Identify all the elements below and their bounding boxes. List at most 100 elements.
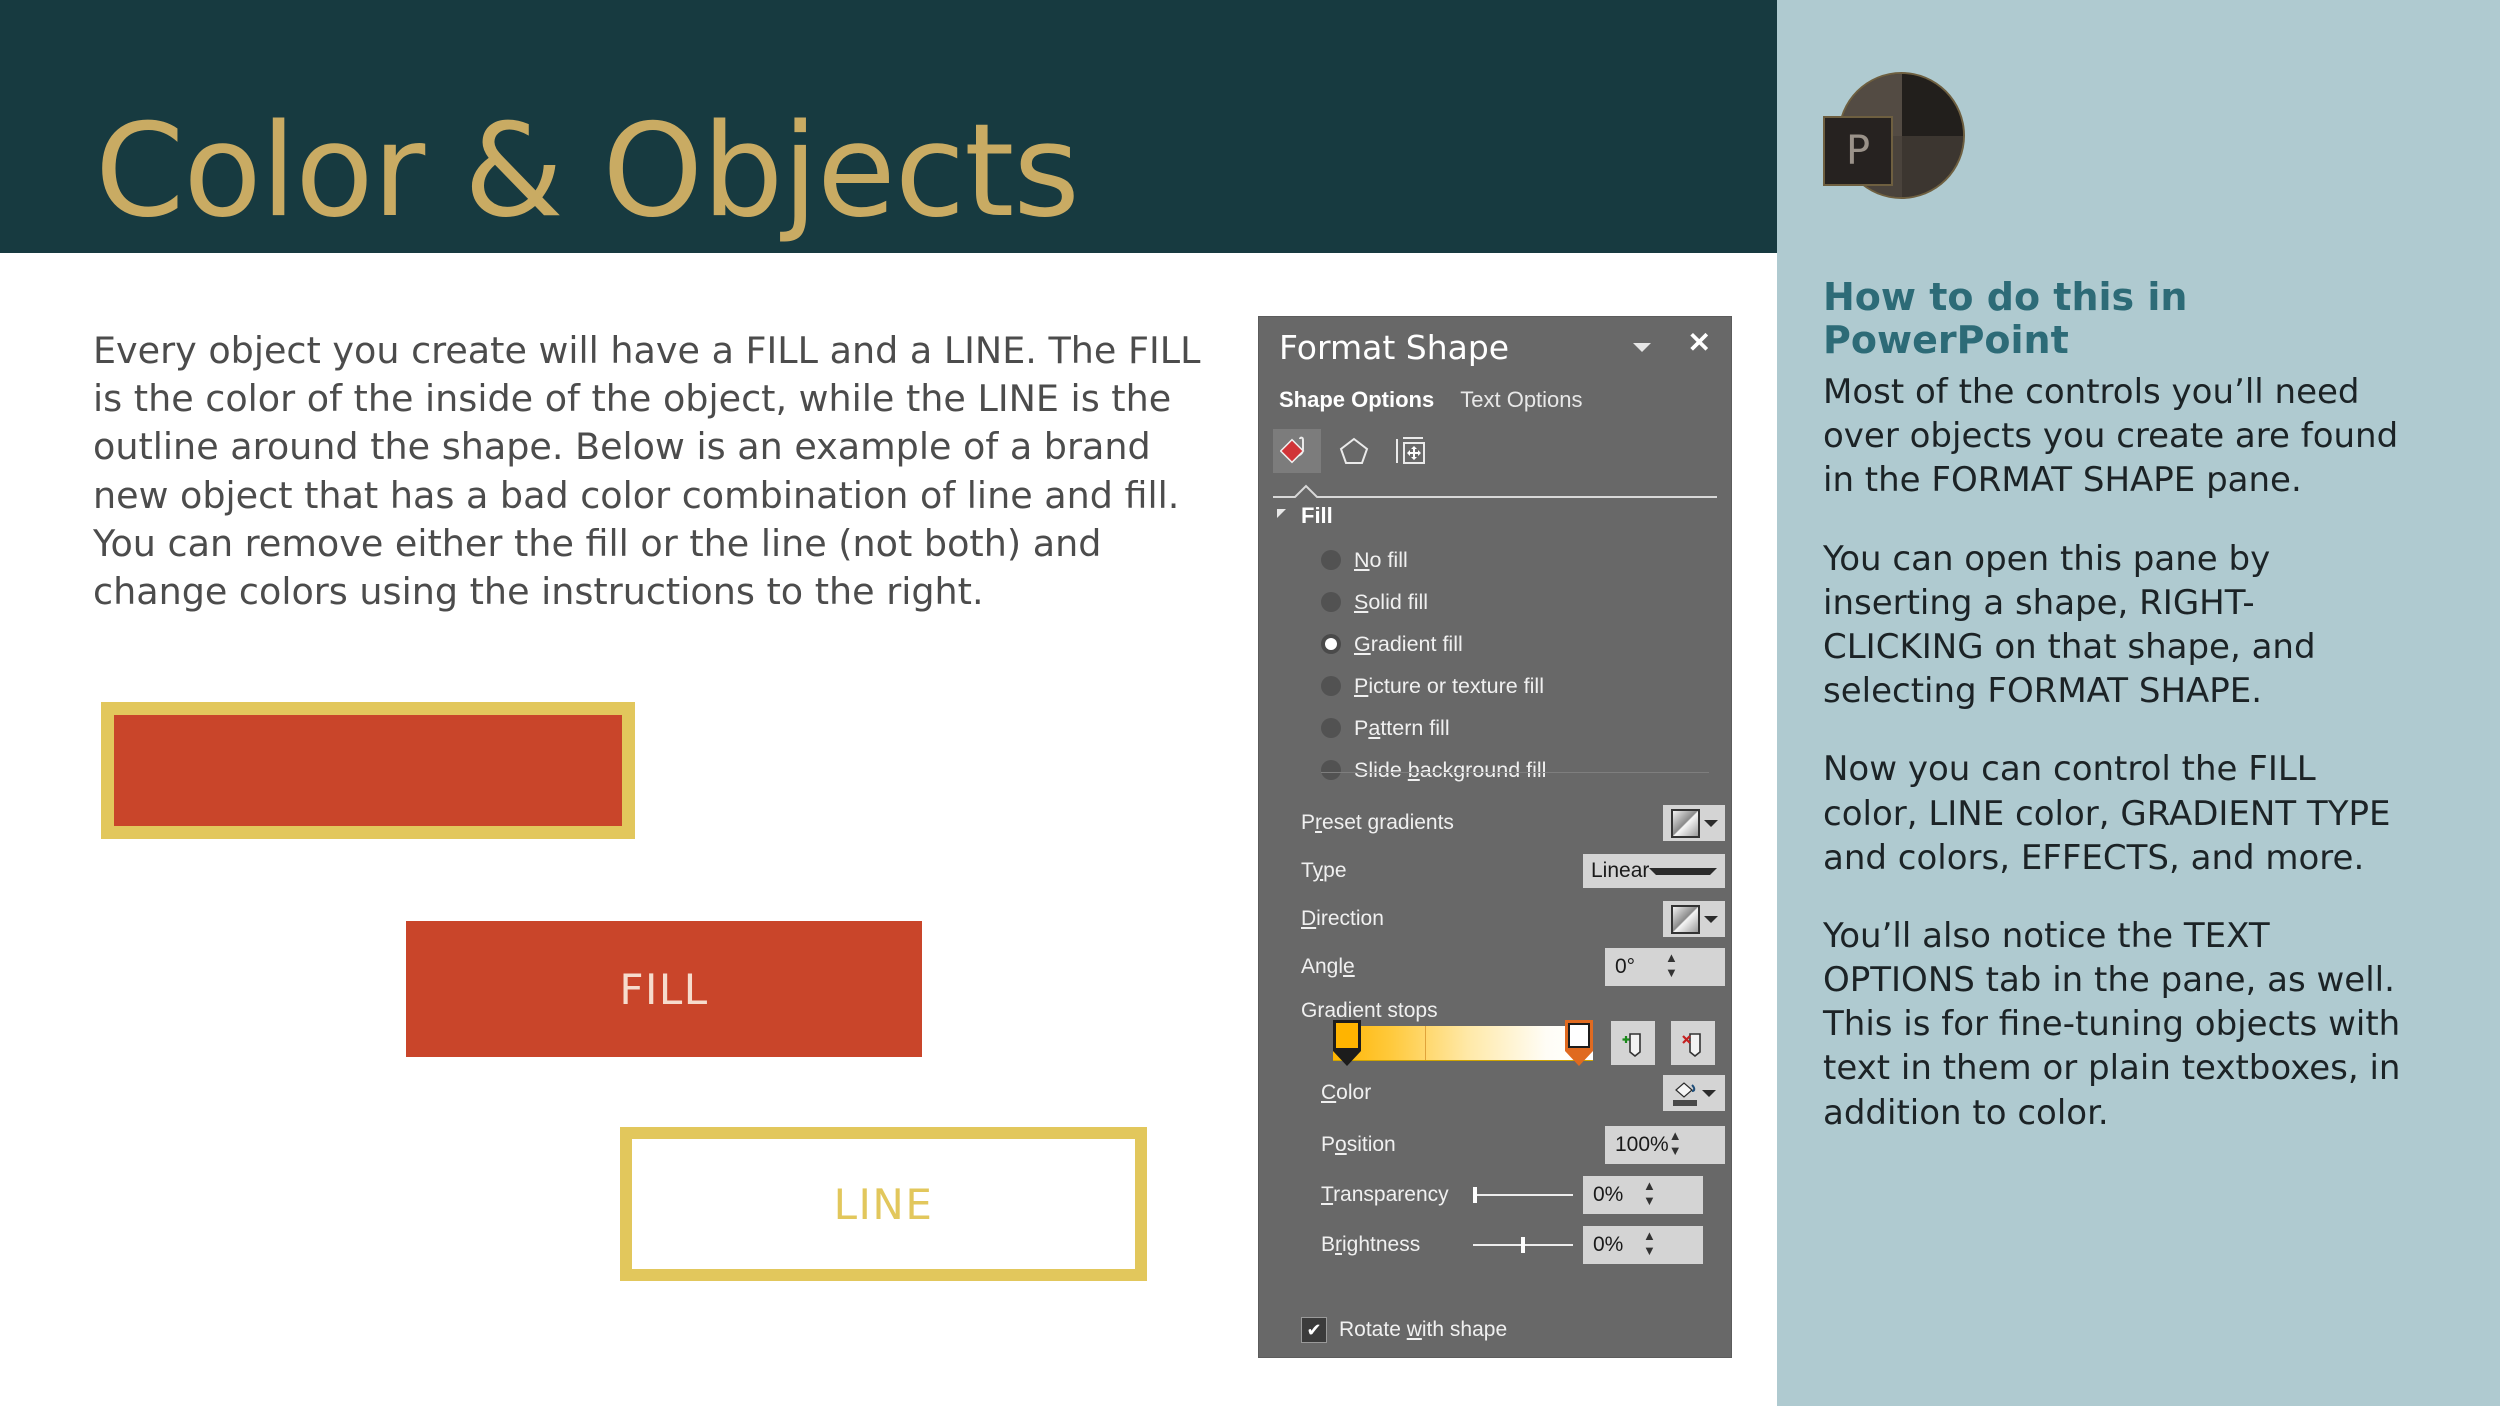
radio-label: No fill xyxy=(1354,547,1408,572)
radio-slide-background-fill[interactable]: Slide background fill xyxy=(1321,749,1546,791)
fill-section-header[interactable]: Fill xyxy=(1277,503,1333,529)
brightness-stepper[interactable]: 0% ▲ ▼ xyxy=(1583,1226,1703,1264)
section-divider xyxy=(1321,772,1709,773)
row-brightness: Brightness 0% ▲ ▼ xyxy=(1301,1226,1725,1264)
spinner-arrows-icon[interactable]: ▲ ▼ xyxy=(1669,1129,1715,1160)
fill-section-label: Fill xyxy=(1301,503,1333,528)
gradient-stop-handle-0[interactable] xyxy=(1333,1020,1361,1066)
transparency-value: 0% xyxy=(1593,1183,1624,1206)
preset-gradients-label: Preset gradients xyxy=(1301,811,1454,834)
effects-pentagon-icon[interactable] xyxy=(1330,429,1378,473)
row-position: Position 100% ▲ ▼ xyxy=(1301,1126,1725,1164)
color-label: Color xyxy=(1321,1081,1372,1104)
body-paragraph: Every object you create will have a FILL… xyxy=(93,329,1201,613)
stop-pointer xyxy=(1333,1051,1361,1066)
rotate-with-shape-row[interactable]: ✔ Rotate with shape xyxy=(1301,1317,1507,1343)
add-gradient-stop-icon[interactable] xyxy=(1611,1021,1655,1065)
stop-swatch-selected xyxy=(1565,1020,1593,1051)
slider-knob[interactable] xyxy=(1521,1237,1525,1253)
direction-label: Direction xyxy=(1301,907,1384,930)
tab-shape-options[interactable]: Shape Options xyxy=(1279,387,1434,417)
radio-indicator xyxy=(1321,592,1341,612)
title-band: Color & Objects xyxy=(0,0,1777,253)
spinner-arrows-icon[interactable]: ▲ ▼ xyxy=(1665,951,1715,982)
position-stepper[interactable]: 100% ▲ ▼ xyxy=(1605,1126,1725,1164)
sidebar-paragraph-1: Most of the controls you’ll need over ob… xyxy=(1823,372,2399,501)
sidebar-paragraph-3: Now you can control the FILL color, LINE… xyxy=(1823,749,2391,878)
triangle-collapse-icon xyxy=(1277,509,1286,518)
chevron-down-icon xyxy=(1702,1089,1716,1097)
brightness-slider[interactable] xyxy=(1473,1235,1573,1255)
spinner-arrows-icon[interactable]: ▲ ▼ xyxy=(1643,1229,1693,1260)
row-color: Color xyxy=(1301,1075,1725,1111)
type-label: Type xyxy=(1301,859,1347,882)
gradient-stops-slider[interactable] xyxy=(1333,1020,1593,1066)
rotate-with-shape-checkbox[interactable]: ✔ xyxy=(1301,1317,1327,1343)
radio-pattern-fill[interactable]: Pattern fill xyxy=(1321,707,1546,749)
chevron-down-icon[interactable] xyxy=(1633,343,1651,352)
powerpoint-logo: P xyxy=(1823,74,1963,214)
color-dropdown[interactable] xyxy=(1663,1075,1725,1111)
angle-value: 0° xyxy=(1615,955,1636,978)
format-shape-icon-tabs xyxy=(1273,429,1435,473)
sidebar-paragraph-4: You’ll also notice the TEXT OPTIONS tab … xyxy=(1823,915,2401,1133)
angle-label: Angle xyxy=(1301,955,1355,978)
size-and-properties-icon[interactable] xyxy=(1387,429,1435,473)
radio-picture-or-texture-fill[interactable]: Picture or texture fill xyxy=(1321,665,1546,707)
tab-text-options[interactable]: Text Options xyxy=(1460,387,1582,417)
gradient-stop-handle-100[interactable] xyxy=(1565,1020,1593,1066)
radio-label: Picture or texture fill xyxy=(1354,673,1544,698)
preset-gradients-dropdown[interactable] xyxy=(1663,805,1725,841)
transparency-slider[interactable] xyxy=(1473,1185,1573,1205)
angle-stepper[interactable]: 0° ▲ ▼ xyxy=(1605,948,1725,986)
fill-and-line-icon[interactable] xyxy=(1273,429,1321,473)
stop-swatch xyxy=(1333,1020,1361,1051)
row-preset-gradients: Preset gradients xyxy=(1301,805,1725,841)
chevron-down-icon xyxy=(1703,819,1718,827)
close-icon[interactable]: ✕ xyxy=(1688,329,1711,357)
format-shape-tabs: Shape Options Text Options xyxy=(1279,387,1583,417)
transparency-label: Transparency xyxy=(1321,1183,1449,1206)
radio-indicator-selected xyxy=(1321,634,1341,654)
radio-label: Pattern fill xyxy=(1354,715,1450,740)
brightness-value: 0% xyxy=(1593,1233,1624,1256)
radio-label: Solid fill xyxy=(1354,589,1429,614)
spinner-arrows-icon[interactable]: ▲ ▼ xyxy=(1643,1179,1693,1210)
remove-gradient-stop-icon[interactable] xyxy=(1671,1021,1715,1065)
rotate-with-shape-label: Rotate with shape xyxy=(1339,1318,1508,1341)
example-fill-label: FILL xyxy=(619,964,709,1014)
fill-option-radio-group: No fill Solid fill Gradient fill Picture… xyxy=(1321,539,1546,791)
example-line-label: LINE xyxy=(833,1179,934,1229)
radio-indicator xyxy=(1321,550,1341,570)
type-select[interactable]: Linear xyxy=(1583,854,1725,888)
radio-gradient-fill[interactable]: Gradient fill xyxy=(1321,623,1546,665)
gradient-swatch-icon xyxy=(1670,808,1700,838)
slider-knob[interactable] xyxy=(1473,1187,1477,1203)
format-shape-pane: Format Shape ✕ Shape Options Text Option… xyxy=(1259,317,1731,1357)
chevron-down-icon xyxy=(1703,915,1718,923)
fill-bucket-icon xyxy=(1672,1080,1698,1106)
format-shape-title-bar: Format Shape ✕ xyxy=(1259,317,1731,379)
position-label: Position xyxy=(1321,1133,1396,1156)
sidebar-panel: P How to do this in PowerPoint Most of t… xyxy=(1777,0,2500,1406)
stop-pointer xyxy=(1565,1051,1593,1066)
row-direction: Direction xyxy=(1301,901,1725,937)
chevron-down-icon xyxy=(1649,867,1717,875)
radio-solid-fill[interactable]: Solid fill xyxy=(1321,581,1546,623)
page-title: Color & Objects xyxy=(95,97,1080,246)
sidebar-paragraph-2: You can open this pane by inserting a sh… xyxy=(1823,538,2316,712)
sidebar-body: Most of the controls you’ll need over ob… xyxy=(1823,370,2403,1135)
radio-label: Slide background fill xyxy=(1354,757,1547,782)
radio-indicator xyxy=(1321,760,1341,780)
direction-dropdown[interactable] xyxy=(1663,901,1725,937)
radio-label: Gradient fill xyxy=(1354,631,1463,656)
transparency-stepper[interactable]: 0% ▲ ▼ xyxy=(1583,1176,1703,1214)
gradient-midpoint-tick xyxy=(1425,1026,1426,1060)
brightness-label: Brightness xyxy=(1321,1233,1421,1256)
gradient-preview-bar xyxy=(1333,1026,1593,1061)
radio-no-fill[interactable]: No fill xyxy=(1321,539,1546,581)
type-value: Linear xyxy=(1591,859,1650,882)
row-type: Type Linear xyxy=(1301,854,1725,888)
row-transparency: Transparency 0% ▲ ▼ xyxy=(1301,1176,1725,1214)
slide-root: Color & Objects Every object you create … xyxy=(0,0,2500,1406)
